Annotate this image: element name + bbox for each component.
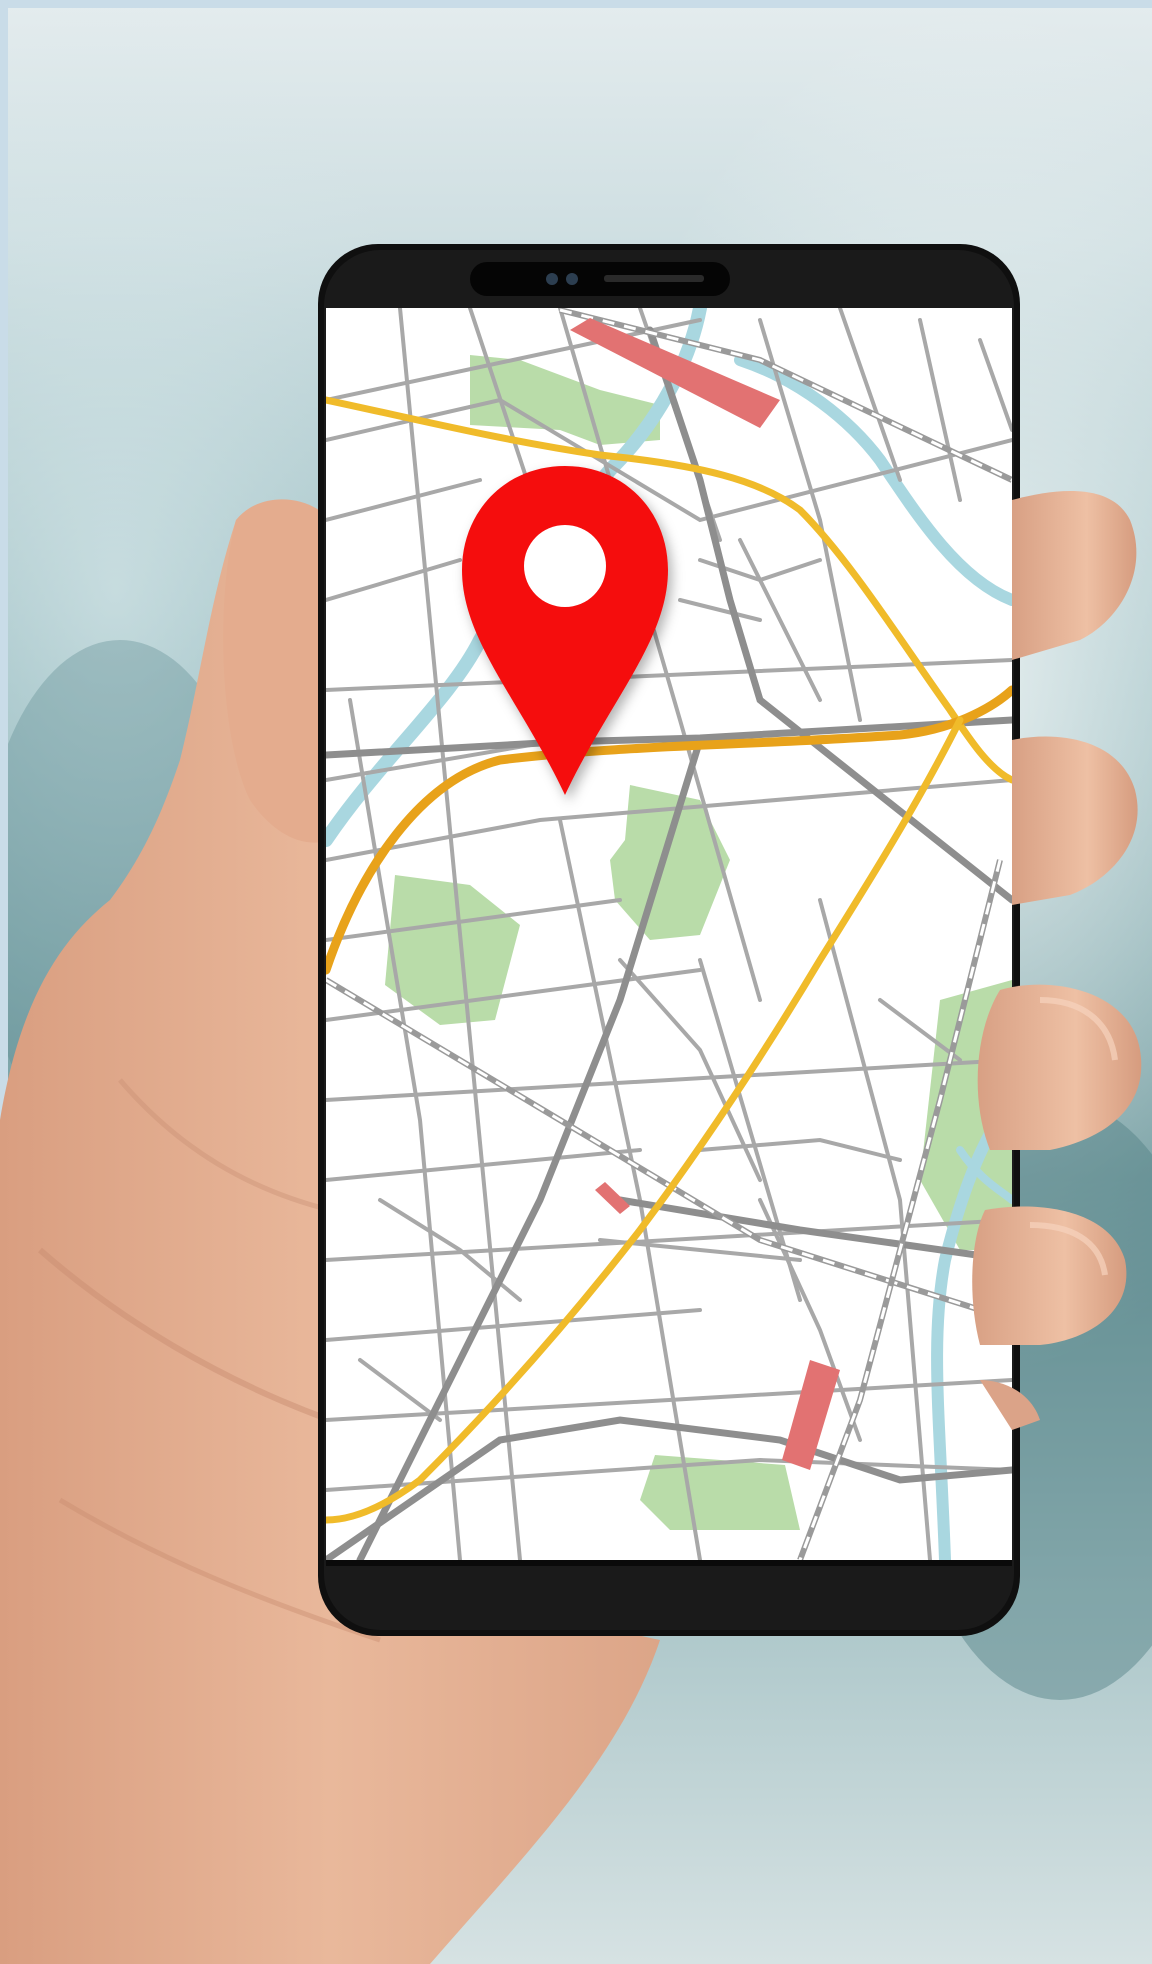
map-screen[interactable] <box>326 308 1012 1560</box>
front-camera <box>546 273 558 285</box>
photo-illustration <box>0 0 1152 1964</box>
earpiece-speaker <box>604 275 704 282</box>
photo-scene <box>0 0 1152 1964</box>
smartphone <box>318 244 1020 1636</box>
